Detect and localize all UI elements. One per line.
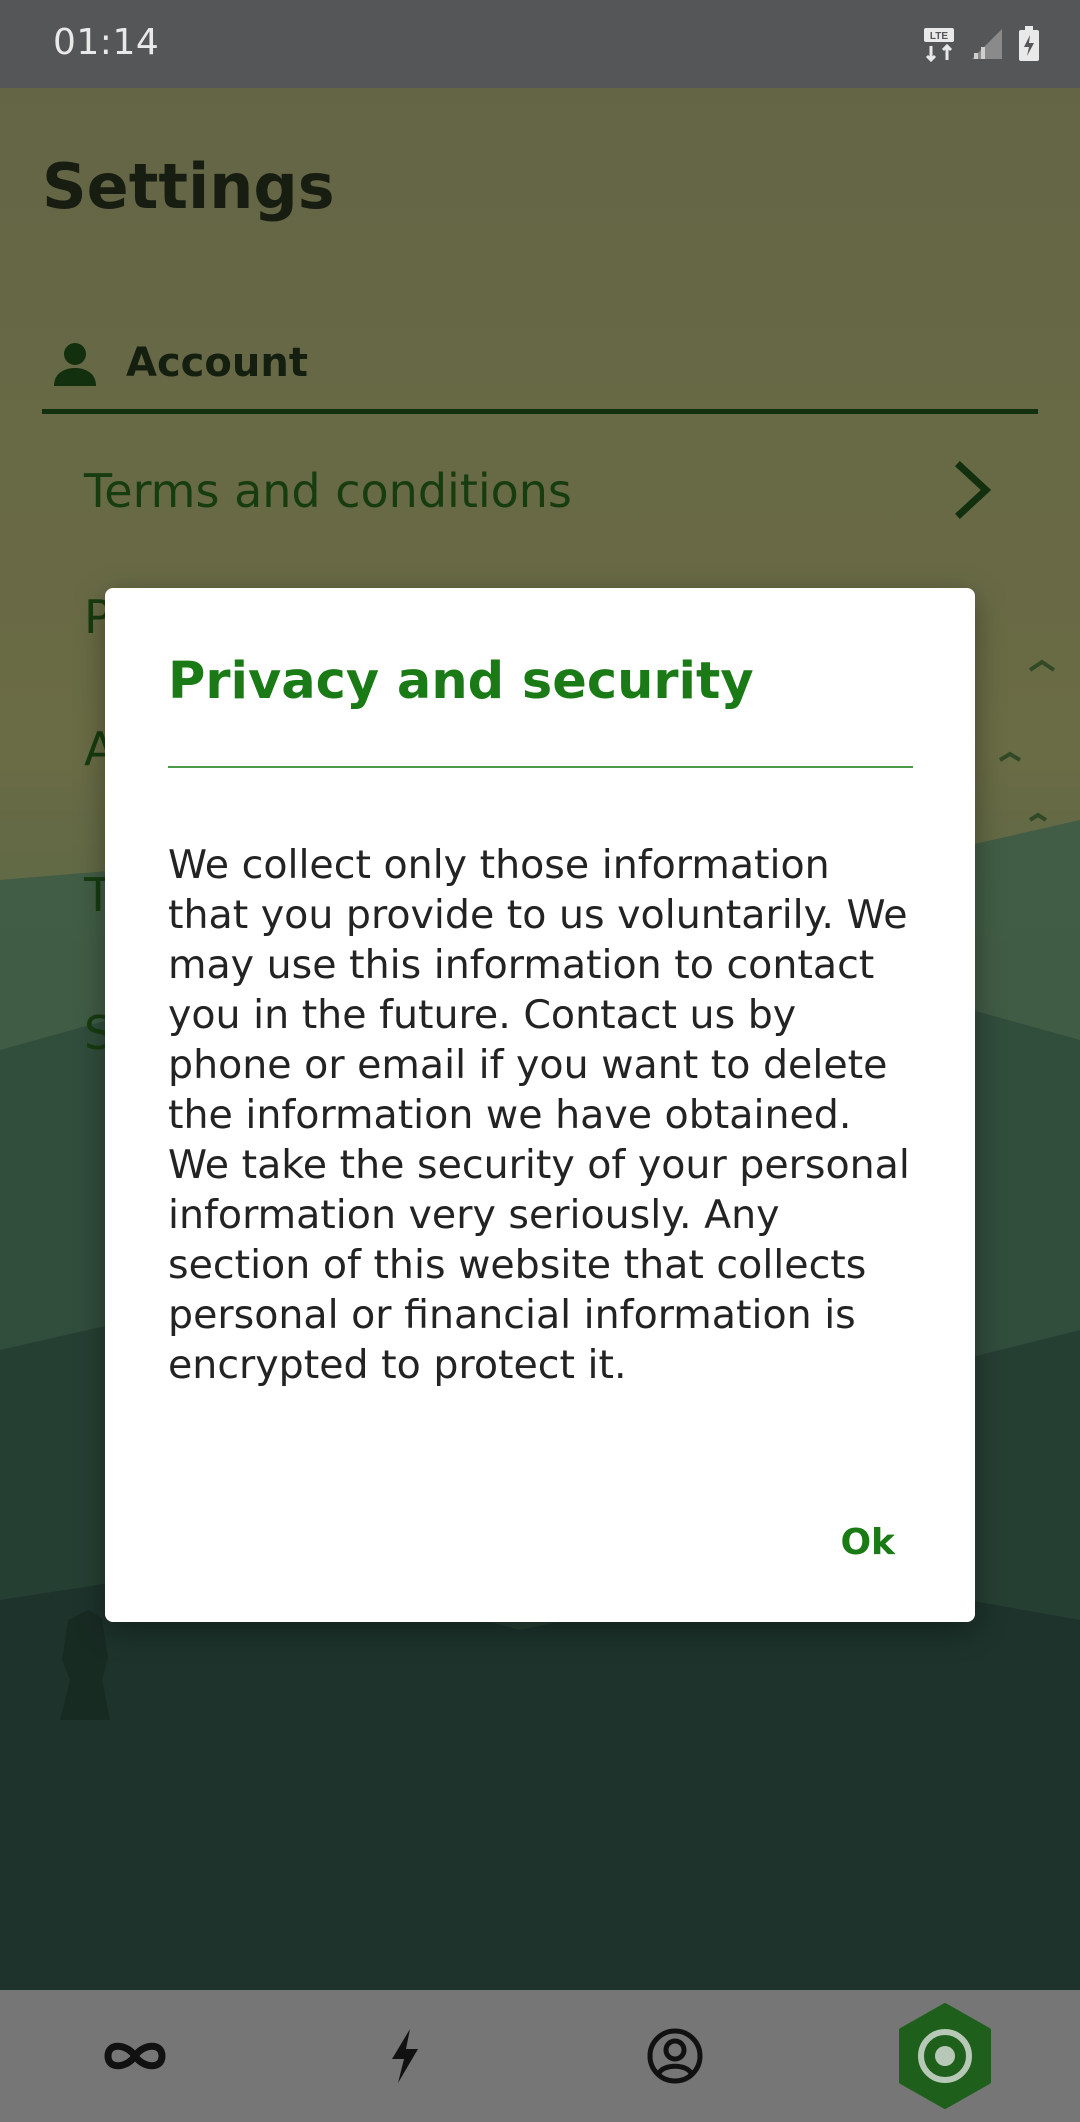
nav-item-infinity[interactable]	[60, 1990, 210, 2122]
section-header-account: Account	[42, 336, 1038, 414]
status-time: 01:14	[53, 22, 160, 63]
nav-item-account[interactable]	[600, 1990, 750, 2122]
account-circle-icon	[647, 2028, 703, 2084]
section-label: Account	[126, 340, 308, 386]
svg-text:LTE: LTE	[930, 31, 948, 42]
nav-item-settings[interactable]	[895, 2003, 995, 2109]
nav-item-lightning[interactable]	[330, 1990, 480, 2122]
privacy-dialog: Privacy and security We collect only tho…	[105, 588, 975, 1622]
dialog-body: We collect only those information that y…	[168, 842, 910, 1388]
signal-icon	[972, 29, 1002, 59]
page-title: Settings	[42, 150, 335, 223]
person-icon	[54, 343, 96, 386]
lightning-icon	[392, 2029, 418, 2083]
status-bar: 01:14 LTE	[0, 0, 1080, 88]
dialog-title: Privacy and security	[168, 652, 754, 711]
battery-charging-icon	[1019, 26, 1039, 61]
ok-button[interactable]: Ok	[840, 1516, 895, 1569]
lte-data-icon: LTE	[924, 28, 954, 62]
dialog-divider	[168, 766, 913, 768]
infinity-icon	[104, 2042, 166, 2070]
status-icons: LTE	[922, 24, 1040, 64]
menu-item-label: Terms and conditions	[84, 464, 572, 518]
menu-item-terms-and-conditions[interactable]: Terms and conditions	[84, 442, 996, 542]
chevron-right-icon	[955, 461, 992, 519]
